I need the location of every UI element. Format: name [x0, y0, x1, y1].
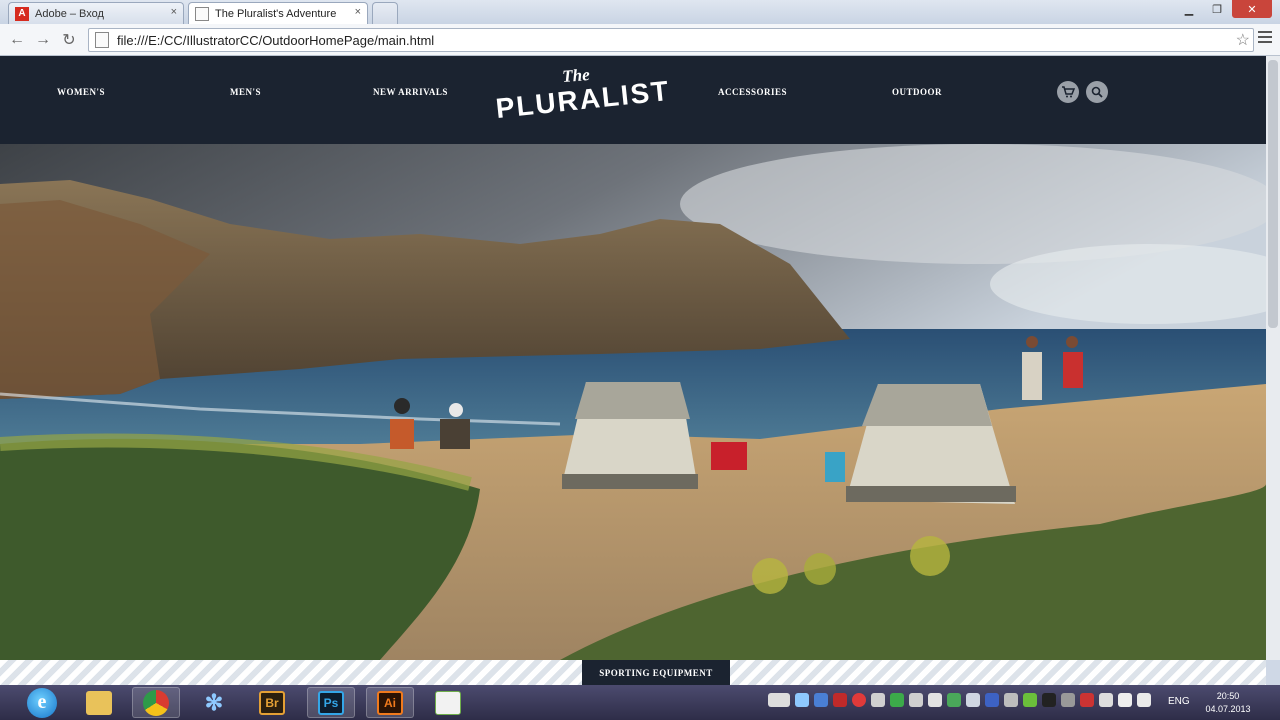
- image-viewer-icon: [435, 690, 461, 715]
- tray-app-icon[interactable]: [1042, 693, 1056, 707]
- keyboard-icon[interactable]: [768, 693, 790, 707]
- tab-title: The Pluralist's Adventure: [215, 7, 337, 20]
- clock-time: 20:50: [1216, 691, 1240, 701]
- nav-link-outdoor[interactable]: OUTDOOR: [892, 87, 942, 97]
- tab-adobe-login[interactable]: A Adobe – Вход ×: [8, 2, 184, 24]
- minimize-icon[interactable]: ▁: [1176, 0, 1202, 18]
- snowflake-tray-icon[interactable]: [795, 693, 809, 707]
- taskbar-snowflake[interactable]: ✻: [190, 687, 238, 718]
- taskbar-explorer[interactable]: [75, 687, 123, 718]
- flag-icon[interactable]: [1137, 693, 1151, 707]
- tray-app-icon[interactable]: [1004, 693, 1018, 707]
- windows-taskbar: e ✻ Br Ps Ai ENG 20:50 04.07.2013: [0, 685, 1280, 720]
- taskbar-photoshop[interactable]: Ps: [307, 687, 355, 718]
- taskbar-image-viewer[interactable]: [424, 687, 472, 718]
- tab-pluralist[interactable]: The Pluralist's Adventure ×: [188, 2, 368, 24]
- taskbar-ie[interactable]: e: [18, 687, 66, 718]
- web-page: WOMEN'S MEN'S NEW ARRIVALS The PLURALIST…: [0, 56, 1266, 660]
- tray-app-icon[interactable]: [890, 693, 904, 707]
- folder-icon: [86, 690, 112, 715]
- taskbar-illustrator[interactable]: Ai: [366, 687, 414, 718]
- tray-app-icon[interactable]: [1023, 693, 1037, 707]
- close-icon[interactable]: ×: [355, 6, 361, 18]
- nav-link-new-arrivals[interactable]: NEW ARRIVALS: [373, 87, 448, 97]
- taskbar-bridge[interactable]: Br: [248, 687, 296, 718]
- photoshop-icon: Ps: [318, 690, 344, 715]
- tab-title: Adobe – Вход: [35, 7, 104, 20]
- adobe-icon: A: [15, 6, 29, 21]
- page-scrollbar[interactable]: [1266, 56, 1280, 660]
- tray-app-icon[interactable]: [1061, 693, 1075, 707]
- language-indicator[interactable]: ENG: [1168, 696, 1190, 707]
- tray-app-icon[interactable]: [947, 693, 961, 707]
- clock[interactable]: 20:50 04.07.2013: [1200, 690, 1256, 716]
- address-text: file:///E:/CC/IllustratorCC/OutdoorHomeP…: [117, 32, 435, 48]
- snowflake-icon: ✻: [204, 689, 224, 715]
- chrome-icon: [143, 689, 169, 716]
- back-arrow-icon[interactable]: ←: [6, 30, 28, 50]
- taskbar-chrome[interactable]: [132, 687, 180, 718]
- nav-link-womens[interactable]: WOMEN'S: [57, 87, 105, 97]
- browser-tabbar: A Adobe – Вход × The Pluralist's Adventu…: [0, 0, 1280, 24]
- network-icon[interactable]: [1099, 693, 1113, 707]
- site-logo[interactable]: The PLURALIST: [488, 65, 678, 136]
- page-icon: [195, 6, 209, 21]
- tray-app-icon[interactable]: [814, 693, 828, 707]
- internet-explorer-icon: e: [27, 687, 57, 718]
- site-navbar: WOMEN'S MEN'S NEW ARRIVALS The PLURALIST…: [0, 56, 1266, 144]
- hero-image: [0, 144, 1266, 660]
- window-controls: ▁ ❐ ✕: [1176, 0, 1272, 18]
- tray-app-icon[interactable]: [909, 693, 923, 707]
- bluetooth-icon[interactable]: [985, 693, 999, 707]
- bridge-icon: Br: [259, 690, 285, 715]
- restore-icon[interactable]: ❐: [1204, 0, 1230, 18]
- hero-illustration: [0, 144, 1266, 660]
- clock-date: 04.07.2013: [1205, 704, 1251, 714]
- new-tab-button[interactable]: [372, 2, 398, 24]
- reload-icon[interactable]: ↻: [58, 30, 80, 50]
- browser-toolbar: ← → ↻ file:///E:/CC/IllustratorCC/Outdoo…: [0, 24, 1280, 56]
- forward-arrow-icon[interactable]: →: [32, 30, 54, 50]
- system-tray: [768, 693, 1151, 707]
- tray-app-icon[interactable]: [833, 693, 847, 707]
- sporting-equipment-tab[interactable]: SPORTING EQUIPMENT: [582, 660, 730, 685]
- volume-icon[interactable]: [1118, 693, 1132, 707]
- nav-link-accessories[interactable]: ACCESSORIES: [718, 87, 787, 97]
- tray-app-icon[interactable]: [1080, 693, 1094, 707]
- close-icon[interactable]: ×: [171, 6, 177, 18]
- tent-left: [562, 382, 698, 489]
- scrollbar-thumb[interactable]: [1268, 60, 1278, 328]
- nav-link-mens[interactable]: MEN'S: [230, 87, 261, 97]
- tray-app-icon[interactable]: [966, 693, 980, 707]
- menu-icon[interactable]: [1258, 31, 1272, 46]
- page-icon: [95, 32, 109, 48]
- search-icon[interactable]: [1086, 81, 1108, 103]
- window-close-icon[interactable]: ✕: [1232, 0, 1272, 18]
- tray-app-icon[interactable]: [871, 693, 885, 707]
- address-bar[interactable]: file:///E:/CC/IllustratorCC/OutdoorHomeP…: [88, 28, 1254, 52]
- cart-icon[interactable]: [1057, 81, 1079, 103]
- bookmark-star-icon[interactable]: ☆: [1236, 30, 1250, 50]
- illustrator-icon: Ai: [377, 690, 403, 715]
- tray-app-icon[interactable]: [852, 693, 866, 707]
- tray-app-icon[interactable]: [928, 693, 942, 707]
